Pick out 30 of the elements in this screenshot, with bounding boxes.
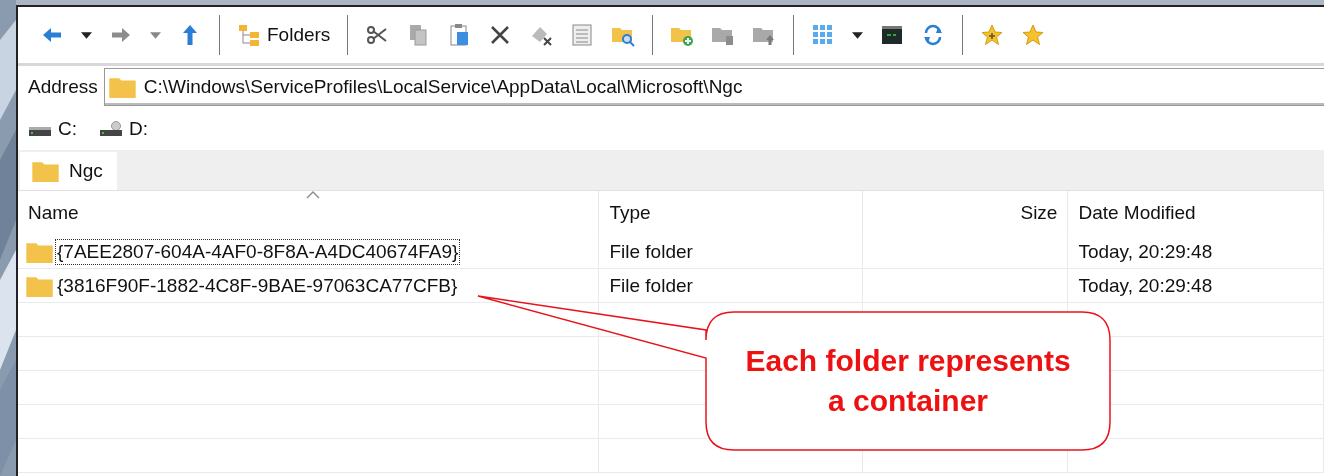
star-icon[interactable] (1021, 23, 1046, 47)
dropdown-caret-icon[interactable] (852, 31, 864, 39)
column-header[interactable]: Size (862, 191, 1069, 235)
type-text: File folder (609, 274, 693, 297)
terminal-icon[interactable] (880, 23, 905, 47)
star-add-icon[interactable] (980, 23, 1005, 47)
folder-icon (26, 274, 53, 297)
type-text: File folder (609, 240, 693, 263)
folder-icon (26, 240, 53, 263)
folder-icon (108, 76, 136, 98)
date-text: Today, 20:29:48 (1078, 274, 1213, 297)
folder-name[interactable]: {7AEE2807-604A-4AF0-8F8A-A4DC40674FA9} (55, 238, 461, 265)
column-header[interactable]: Date Modified (1068, 191, 1324, 235)
folder-icon (32, 160, 59, 182)
callout-text: Each folder represents a container (744, 343, 1072, 419)
address-field[interactable]: C:\Windows\ServiceProfiles\LocalService\AppData\Local\Microsoft\Ngc (103, 68, 1324, 106)
folder-name[interactable]: {3816F90F-1882-4C8F-9BAE-97063CA77CFB} (55, 272, 460, 299)
optical-drive-icon (99, 121, 123, 137)
address-path: C:\Windows\ServiceProfiles\LocalService\AppData\Local\Microsoft\Ngc (143, 76, 743, 98)
sort-caret-icon (306, 191, 321, 199)
folders-button[interactable]: Folders (237, 23, 331, 47)
column-header[interactable]: Name (18, 191, 600, 235)
column-header[interactable]: Type (599, 191, 863, 235)
drive-item[interactable]: D: (99, 118, 148, 140)
date-text: Today, 20:29:48 (1078, 240, 1213, 263)
dropdown-caret-icon[interactable] (81, 31, 92, 39)
address-label: Address (28, 76, 98, 98)
folder-tab[interactable]: Ngc (20, 152, 117, 190)
folder-tree-icon (237, 23, 261, 47)
drive-item[interactable]: C: (28, 118, 77, 140)
